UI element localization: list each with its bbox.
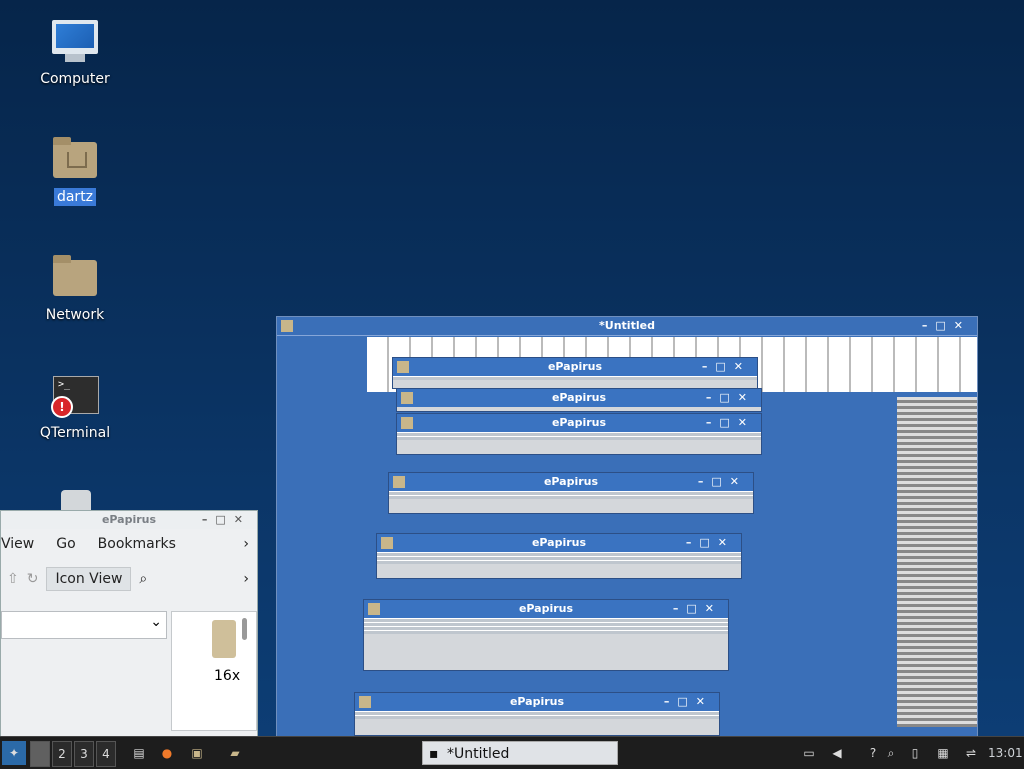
start-menu-button[interactable]: ✦ [2,741,26,765]
task-title: *Untitled [447,746,510,762]
window-controls[interactable]: –□✕ [686,534,735,552]
window-controls[interactable]: –□✕ [202,511,251,529]
reload-icon[interactable]: ↻ [27,571,39,587]
folder-icon [397,361,409,373]
workspace-2[interactable]: 2 [52,741,72,767]
folder-icon [381,537,393,549]
firefox-icon[interactable]: ● [156,741,178,765]
home-folder-icon [51,136,99,184]
window-controls[interactable]: –□✕ [706,414,755,432]
taskbar: ✦ 2 3 4 ▤ ● ▣ ▰ ▪ *Untitled ▭ ◀ ? ⌕ ▯ ▦ … [0,736,1024,769]
folder-icon[interactable] [212,620,236,658]
window-controls[interactable]: –□✕ [922,317,971,335]
epapirus-window[interactable]: ePapirus –□✕ [396,388,762,412]
window-title: ePapirus [101,513,157,526]
help-icon[interactable]: ? [864,741,882,765]
input-method-icon[interactable]: ▦ [934,741,952,765]
folder-icon [401,392,413,404]
main-window-titlebar[interactable]: *Untitled –□✕ [277,317,977,336]
app-icon [281,320,293,332]
path-dropdown[interactable]: ⌄ [1,611,167,639]
task-untitled[interactable]: ▪ *Untitled [422,741,618,765]
desktop-icon-network[interactable]: Network [30,254,120,324]
app-icon: ▪ [429,746,439,762]
window-title: ePapirus [547,360,603,373]
terminal-icon: >_ ! [51,372,99,420]
folder-icon [359,696,371,708]
file-label[interactable]: 16x [214,668,240,684]
glitch-artifact [897,397,977,727]
menu-bookmarks[interactable]: Bookmarks [98,536,176,552]
desktop-icon-computer[interactable]: Computer [30,18,120,88]
window-controls[interactable]: –□✕ [698,473,747,491]
search-icon[interactable]: ⌕ [139,571,147,587]
computer-icon [51,18,99,66]
menu-bar: View Go Bookmarks › [1,529,257,559]
file-manager-titlebar[interactable]: ePapirus –□✕ [1,511,257,529]
epapirus-window[interactable]: ePapirus –□✕ [392,357,758,389]
clock[interactable]: 13:01 [988,741,1023,765]
chevron-right-icon[interactable]: › [243,536,249,552]
file-list-pane[interactable]: 16x [171,611,257,731]
window-title: ePapirus [551,416,607,429]
window-title: ePapirus [551,391,607,404]
folder-icon [401,417,413,429]
clipboard-icon[interactable]: ▯ [906,741,924,765]
epapirus-window[interactable]: ePapirus –□✕ [363,599,729,671]
menu-go[interactable]: Go [56,536,75,552]
warning-icon: ! [51,396,73,418]
desktop-icon-label: dartz [53,188,97,206]
desktop-icon-label: Computer [40,71,110,87]
window-title: *Untitled [599,319,655,332]
workspace-3[interactable]: 3 [74,741,94,767]
window-title: ePapirus [518,602,574,615]
desktop-icon-home[interactable]: dartz [30,136,120,206]
window-title: ePapirus [509,695,565,708]
scrollbar[interactable] [242,618,247,640]
toolbar: ⇧ ↻ Icon View ⌕ › [1,559,257,599]
desktop-icon-label: QTerminal [39,425,111,441]
desktop-icon-qterminal[interactable]: >_ ! QTerminal [30,372,120,442]
screenshot-icon[interactable]: ▣ [186,741,208,765]
search-icon[interactable]: ⌕ [882,741,900,765]
window-controls[interactable]: –□✕ [706,389,755,407]
folder-icon [393,476,405,488]
desktop-icon-label: Network [45,307,105,323]
network-folder-icon [51,254,99,302]
network-icon[interactable]: ⇌ [962,741,980,765]
window-title: ePapirus [543,475,599,488]
workspace-1[interactable] [30,741,50,767]
window-controls[interactable]: –□✕ [702,358,751,376]
keyboard-icon[interactable]: ▭ [800,741,818,765]
icon-view-button[interactable]: Icon View [46,567,132,591]
chevron-down-icon: ⌄ [150,614,162,630]
epapirus-window[interactable]: ePapirus –□✕ [354,692,720,736]
window-title: ePapirus [531,536,587,549]
file-manager-icon[interactable]: ▰ [224,741,246,765]
file-manager-window[interactable]: ePapirus –□✕ View Go Bookmarks › ⇧ ↻ Ico… [0,510,258,738]
volume-icon[interactable]: ◀ [828,741,846,765]
up-arrow-icon[interactable]: ⇧ [7,571,19,587]
show-desktop-icon[interactable]: ▤ [128,741,150,765]
epapirus-window[interactable]: ePapirus –□✕ [396,413,762,455]
menu-view[interactable]: View [1,536,34,552]
window-controls[interactable]: –□✕ [664,693,713,711]
folder-icon [368,603,380,615]
workspace-4[interactable]: 4 [96,741,116,767]
epapirus-window[interactable]: ePapirus –□✕ [388,472,754,514]
epapirus-window[interactable]: ePapirus –□✕ [376,533,742,579]
window-controls[interactable]: –□✕ [673,600,722,618]
chevron-right-icon[interactable]: › [243,571,249,587]
